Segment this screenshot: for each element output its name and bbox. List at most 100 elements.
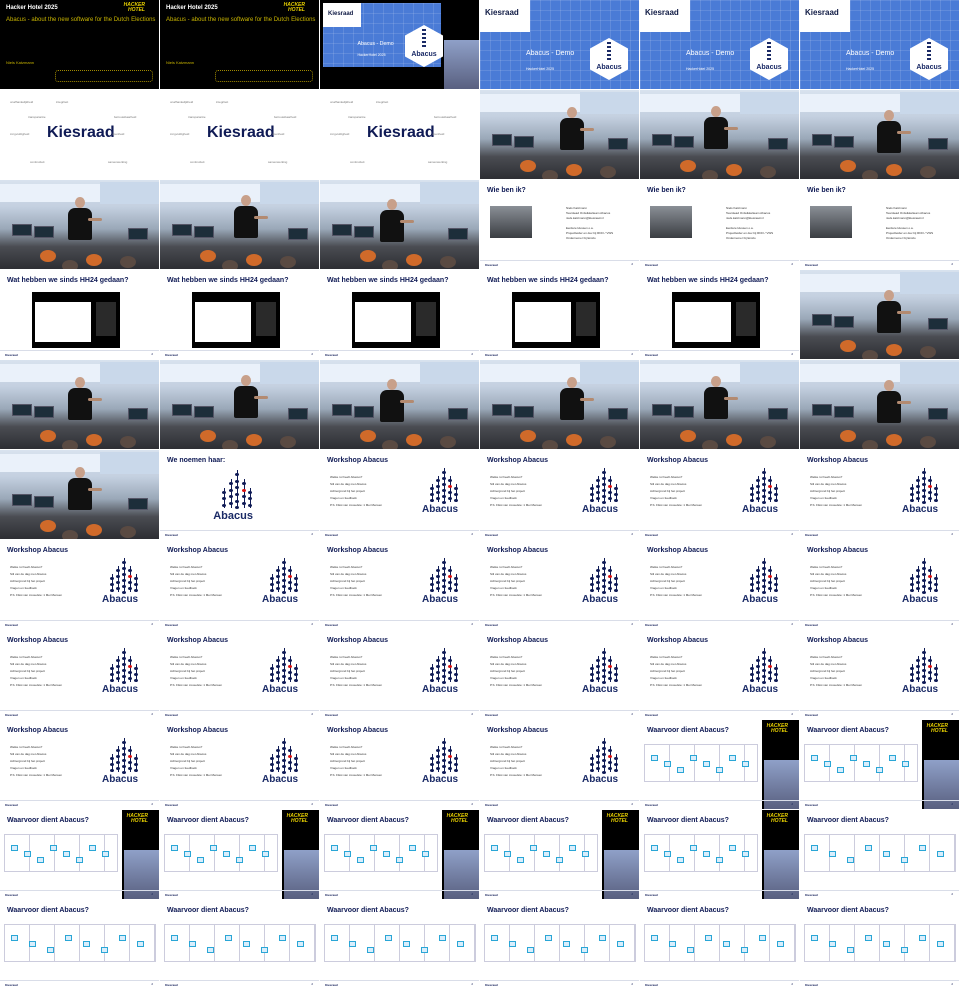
abacus-bead	[282, 585, 286, 588]
slide-thumbnail[interactable]: Wat hebben we sinds HH24 gedaan? Kiesraad…	[160, 270, 319, 359]
slide-thumbnail[interactable]: Wat hebben we sinds HH24 gedaan? Kiesraad…	[320, 270, 479, 359]
monitor	[834, 406, 854, 418]
slide-thumbnail[interactable]: Kiesraad Abacus - Demo HackerHotel 2025 Aba…	[480, 0, 639, 89]
slide-thumbnail[interactable]: Hacker Hotel 2025 Abacus - about the new …	[160, 0, 319, 89]
slide-thumbnail[interactable]: Waarvoor dient Abacus? HACKER HOTEL Kiesra…	[0, 810, 159, 899]
abacus-bead	[270, 757, 274, 760]
slide-thumbnail[interactable]	[0, 360, 159, 449]
slide-footer: Kiesraad 2	[640, 800, 799, 809]
slide-thumbnail[interactable]: Workshop Abacus Welke rol heeft Abacus? St…	[640, 540, 799, 629]
slide-thumbnail[interactable]: Workshop Abacus Welke rol heeft Abacus? St…	[800, 450, 959, 539]
slide-thumbnail[interactable]: Waarvoor dient Abacus? Kiesraad 2	[160, 900, 319, 989]
slide-thumbnail[interactable]	[0, 450, 159, 539]
abacus-bead	[774, 493, 778, 496]
abacus-bead	[934, 487, 938, 490]
slide-thumbnail[interactable]: Wie ben ik? Niels Katzmann Teamlead Ontwik…	[640, 180, 799, 269]
bullet-item: Achtergrond bij het project	[10, 669, 46, 673]
slide-thumbnail[interactable]: Workshop Abacus Welke rol heeft Abacus? St…	[800, 540, 959, 629]
slide-thumbnail[interactable]	[800, 360, 959, 449]
slide-thumbnail[interactable]: Kiesraad onafhankelijkheid integriteit tran…	[160, 90, 319, 179]
slide-footer: Kiesraad 2	[0, 350, 159, 359]
monitor	[812, 314, 832, 326]
slide-thumbnail[interactable]: Workshop Abacus Welke rol heeft Abacus? St…	[480, 450, 639, 539]
slide-thumbnail[interactable]	[640, 90, 799, 179]
abacus-bead	[276, 665, 280, 668]
footer-page: 2	[311, 802, 313, 806]
abacus-bead	[116, 659, 120, 662]
monitor	[194, 226, 214, 238]
slide-thumbnail[interactable]: Hacker Hotel 2025 Abacus - about the new …	[0, 0, 159, 89]
slide-thumbnail[interactable]	[320, 180, 479, 269]
slide-thumbnail[interactable]: Workshop Abacus Welke rol heeft Abacus? St…	[160, 720, 319, 809]
slide-thumbnail[interactable]: Workshop Abacus Welke rol heeft Abacus? St…	[640, 630, 799, 719]
abacus-beads	[767, 42, 771, 62]
slide-thumbnail[interactable]: Wie ben ik? Niels Katzmann Teamlead Ontwik…	[480, 180, 639, 269]
slide-thumbnail[interactable]: Workshop Abacus Welke rol heeft Abacus? St…	[320, 630, 479, 719]
slide-thumbnail[interactable]: Kiesraad onafhankelijkheid integriteit tran…	[0, 90, 159, 179]
slide-thumbnail[interactable]: Waarvoor dient Abacus? HACKER HOTEL Kiesra…	[640, 810, 799, 899]
abacus-bead	[602, 585, 606, 588]
slide-thumbnail[interactable]: Waarvoor dient Abacus? Kiesraad 2	[800, 810, 959, 899]
slide-thumbnail[interactable]: Workshop Abacus Welke rol heeft Abacus? St…	[160, 540, 319, 629]
slide-thumbnail[interactable]: Workshop Abacus Welke rol heeft Abacus? St…	[320, 540, 479, 629]
slide-thumbnail[interactable]: Workshop Abacus Welke rol heeft Abacus? St…	[0, 630, 159, 719]
slide-thumbnail[interactable]: Workshop Abacus Welke rol heeft Abacus? St…	[320, 720, 479, 809]
slide-thumbnail[interactable]: We noemen haar: Abacus Kiesraad 2	[160, 450, 319, 539]
slide-thumbnail[interactable]: Wat hebben we sinds HH24 gedaan? Kiesraad…	[0, 270, 159, 359]
slide-thumbnail[interactable]: Workshop Abacus Welke rol heeft Abacus? St…	[0, 540, 159, 629]
speaker-head	[567, 377, 577, 388]
slide-thumbnail[interactable]	[160, 180, 319, 269]
slide-thumbnail[interactable]: Workshop Abacus Welke rol heeft Abacus? St…	[640, 450, 799, 539]
slide-thumbnail[interactable]: Wie ben ik? Niels Katzmann Teamlead Ontwik…	[800, 180, 959, 269]
slide-thumbnail[interactable]	[0, 180, 159, 269]
slide-thumbnail[interactable]: Waarvoor dient Abacus? Kiesraad 2	[320, 900, 479, 989]
slide-thumbnail[interactable]	[160, 360, 319, 449]
slide-thumbnail[interactable]: Wat hebben we sinds HH24 gedaan? Kiesraad…	[640, 270, 799, 359]
slide-thumbnail[interactable]	[320, 360, 479, 449]
slide-thumbnail[interactable]	[480, 360, 639, 449]
slide-thumbnail[interactable]: Waarvoor dient Abacus? Kiesraad 2	[0, 900, 159, 989]
slide-thumbnail[interactable]: Workshop Abacus Welke rol heeft Abacus? St…	[480, 720, 639, 809]
slide-thumbnail[interactable]: Waarvoor dient Abacus? HACKER HOTEL Kiesra…	[160, 810, 319, 899]
abacus-bead	[602, 753, 606, 756]
audience-head	[702, 440, 718, 449]
slide-thumbnail[interactable]	[800, 270, 959, 359]
slide-thumbnail[interactable]: Workshop Abacus Welke rol heeft Abacus? St…	[0, 720, 159, 809]
slide-title: Hacker Hotel 2025	[166, 5, 218, 11]
slide-thumbnail[interactable]	[640, 360, 799, 449]
diagram-icon	[777, 941, 784, 947]
slide-thumbnail[interactable]: Waarvoor dient Abacus? Kiesraad 2	[800, 900, 959, 989]
abacus-bead	[294, 769, 298, 772]
slide-thumbnail[interactable]: Waarvoor dient Abacus? HACKER HOTEL Kiesra…	[800, 720, 959, 809]
slide-thumbnail[interactable]: Workshop Abacus Welke rol heeft Abacus? St…	[160, 630, 319, 719]
footer-left: Kiesraad	[805, 893, 818, 897]
speaker-body	[560, 388, 584, 420]
slide-thumbnail[interactable]	[480, 90, 639, 179]
slide-thumbnail[interactable]: Workshop Abacus Welke rol heeft Abacus? St…	[800, 630, 959, 719]
slide-thumbnail[interactable]	[800, 90, 959, 179]
slide-title: Workshop Abacus	[807, 547, 869, 554]
abacus-bead	[756, 569, 760, 572]
slide-thumbnail[interactable]: Waarvoor dient Abacus? Kiesraad 2	[640, 900, 799, 989]
slide-thumbnail[interactable]: Workshop Abacus Welke rol heeft Abacus? St…	[480, 630, 639, 719]
monitor	[674, 406, 694, 418]
slide-thumbnail[interactable]: Waarvoor dient Abacus? HACKER HOTEL Kiesra…	[640, 720, 799, 809]
abacus-bead	[430, 679, 434, 682]
slide-thumbnail[interactable]: Waarvoor dient Abacus? Kiesraad 2	[480, 900, 639, 989]
slide-thumbnail[interactable]: Wat hebben we sinds HH24 gedaan? Kiesraad…	[480, 270, 639, 359]
abacus-bead	[294, 763, 298, 766]
slide-thumbnail[interactable]: Kiesraad Abacus - Demo HackerHotel 2025 Aba…	[800, 0, 959, 89]
abacus-bead	[276, 761, 280, 764]
abacus-bead	[228, 482, 233, 485]
slide-text-line: niels.katzmann@kiesraad.nl	[726, 216, 764, 220]
abacus-bead	[222, 497, 226, 501]
slide-author: Niels Katzmann	[166, 60, 195, 65]
slide-thumbnail[interactable]: Waarvoor dient Abacus? HACKER HOTEL Kiesra…	[320, 810, 479, 899]
slide-thumbnail[interactable]: Kiesraad Abacus - Demo HackerHotel 2025 Aba…	[640, 0, 799, 89]
slide-thumbnail[interactable]: Waarvoor dient Abacus? HACKER HOTEL Kiesra…	[480, 810, 639, 899]
abacus-bead	[922, 471, 926, 474]
slide-thumbnail[interactable]: Workshop Abacus Welke rol heeft Abacus? St…	[480, 540, 639, 629]
slide-thumbnail[interactable]: Workshop Abacus Welke rol heeft Abacus? St…	[320, 450, 479, 539]
slide-thumbnail[interactable]: Kiesraad Abacus - Demo HackerHotel 2025 Aba…	[320, 0, 479, 89]
slide-thumbnail[interactable]: Kiesraad onafhankelijkheid integriteit tran…	[320, 90, 479, 179]
